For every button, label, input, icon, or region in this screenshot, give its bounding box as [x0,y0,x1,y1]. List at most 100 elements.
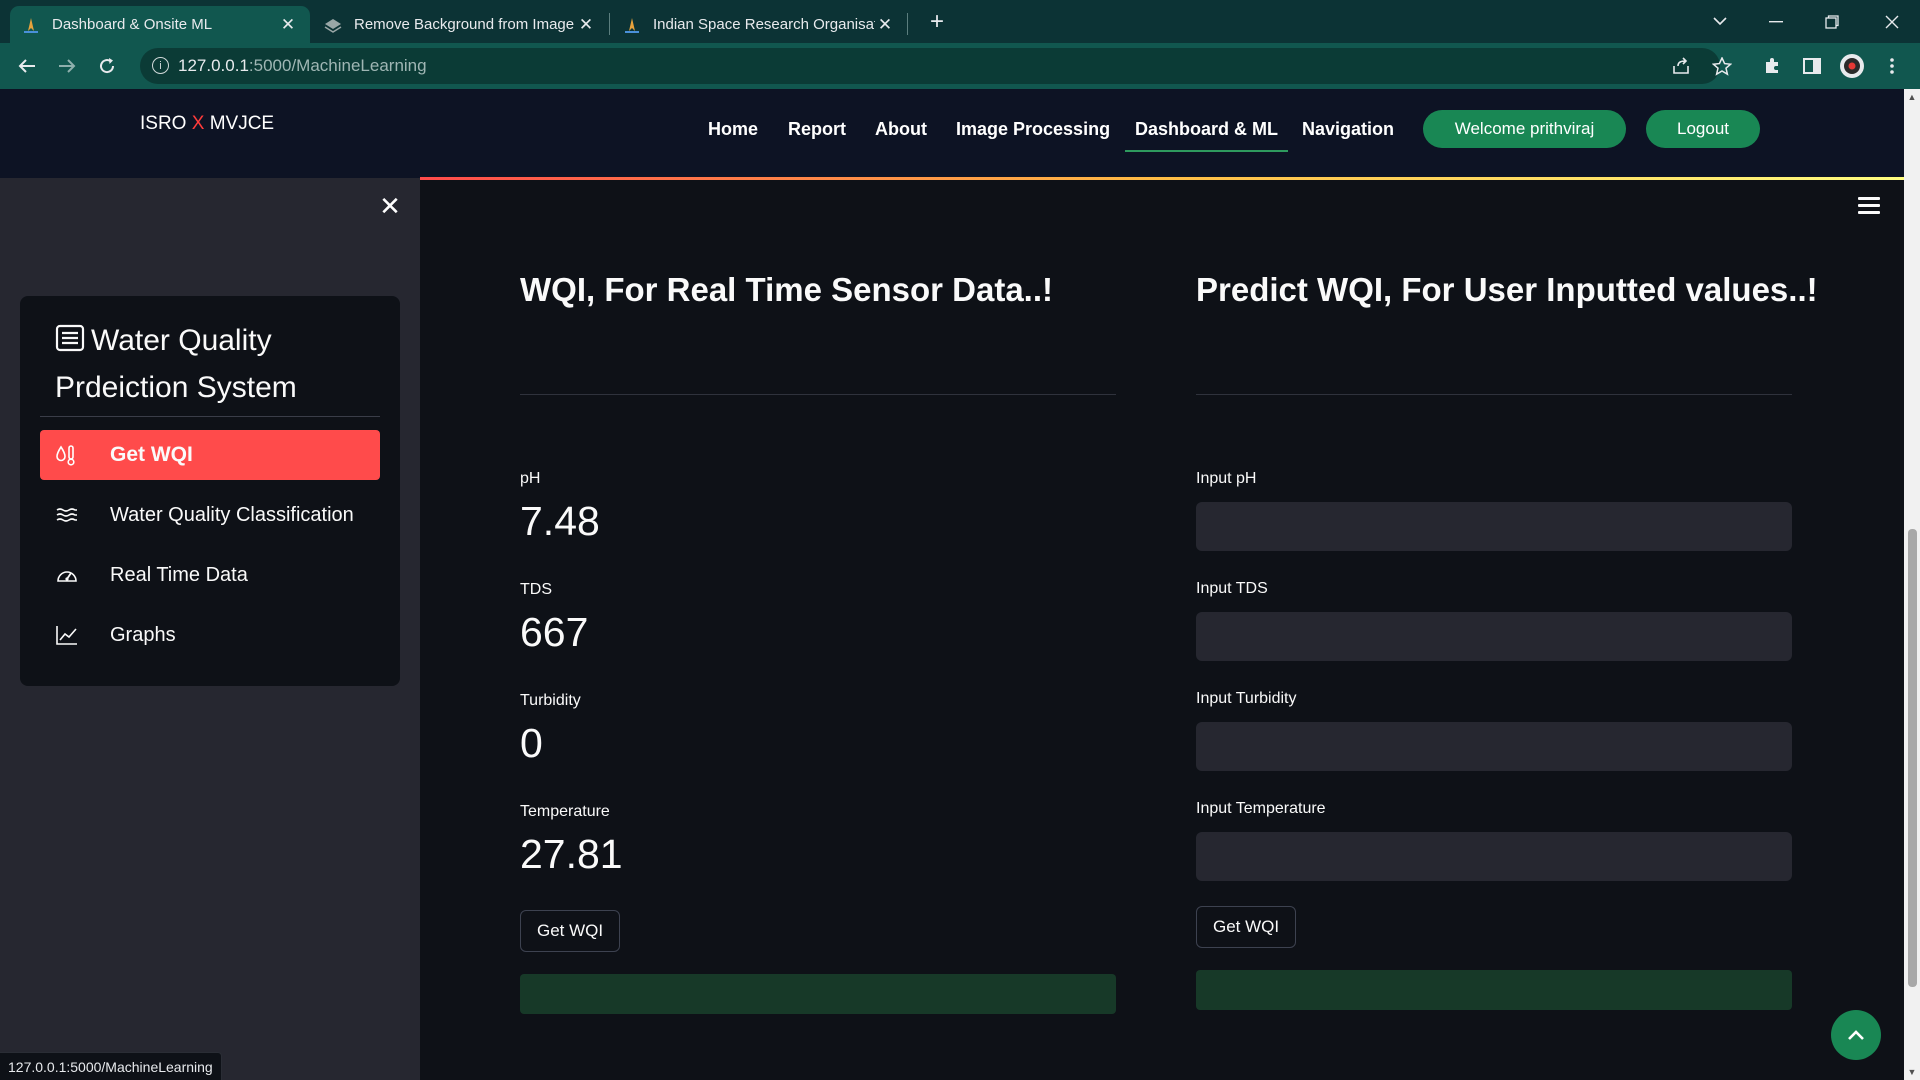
nav-about[interactable]: About [875,119,927,140]
turbidity-input[interactable] [1196,722,1792,771]
metric-label-ph: pH [520,470,541,487]
scroll-down-arrow-icon[interactable]: ▼ [1904,1064,1920,1080]
page-scrollbar[interactable]: ▲ ▼ [1904,89,1920,1080]
metric-label-temperature: Temperature [520,803,610,820]
header-accent-bar [420,177,1904,180]
tab-title: Remove Background from Image [354,16,575,33]
tab-separator [907,13,908,35]
nav-image-processing[interactable]: Image Processing [956,119,1110,140]
brand-mvjce: MVJCE [209,113,275,134]
url-host: 127.0.0.1 [178,56,249,75]
close-sidebar-icon[interactable]: ✕ [378,193,402,219]
chevron-up-icon [1848,1029,1864,1040]
realtime-heading: WQI, For Real Time Sensor Data..! [520,271,1054,308]
scroll-up-arrow-icon[interactable]: ▲ [1904,89,1920,105]
tab-close-icon[interactable]: ✕ [875,15,895,35]
tab-title: Dashboard & Onsite ML [52,16,213,33]
browser-toolbar: i 127.0.0.1:5000/MachineLearning [0,43,1920,89]
menu-label: Graphs [110,623,176,646]
browser-menu-kebab-icon[interactable] [1878,52,1906,80]
new-tab-icon[interactable]: + [923,8,951,36]
predict-result-box [1196,970,1792,1010]
sidebar-item-real-time-data[interactable]: Real Time Data [40,550,380,600]
main-menu-hamburger-icon[interactable] [1858,197,1880,215]
brand-isro: ISRO [140,113,187,134]
tab-close-icon[interactable]: ✕ [278,15,298,35]
extensions-puzzle-icon[interactable] [1758,52,1786,80]
tab-title: Indian Space Research Organisati [653,16,875,33]
sidebar-item-water-quality-classification[interactable]: Water Quality Classification [40,490,380,540]
metric-label-tds: TDS [520,581,552,598]
sidebar-item-graphs[interactable]: Graphs [40,610,380,660]
droplet-thermometer-icon [56,444,96,466]
welcome-user-button[interactable]: Welcome prithviraj [1423,110,1626,148]
menu-label: Water Quality Classification [110,503,354,526]
line-chart-icon [56,625,96,645]
metric-value-temperature: 27.81 [520,831,623,877]
browser-tab-bar: Dashboard & Onsite ML ✕ Remove Backgroun… [0,0,1920,43]
tab-separator [609,13,610,35]
minimize-icon[interactable] [1748,0,1804,43]
isro-favicon-icon [623,17,641,33]
layers-favicon-icon [324,17,342,33]
tab-close-icon[interactable]: ✕ [576,15,596,35]
input-label-tds: Input TDS [1196,580,1268,597]
share-icon[interactable] [1667,52,1695,80]
restore-icon[interactable] [1804,0,1860,43]
nav-report[interactable]: Report [788,119,846,140]
realtime-divider [520,394,1116,395]
scroll-to-top-button[interactable] [1831,1010,1881,1060]
sidebar-menu-card: Water Quality Prdeiction System Get WQI … [20,296,400,686]
bookmark-star-icon[interactable] [1708,52,1736,80]
close-window-icon[interactable] [1864,0,1920,43]
tds-input[interactable] [1196,612,1792,661]
forward-arrow-icon[interactable] [52,52,82,80]
sidebar-divider [40,416,380,417]
brand-logo[interactable]: ISRO X MVJCE [140,113,274,135]
address-bar[interactable]: i 127.0.0.1:5000/MachineLearning [140,48,1720,84]
input-label-turbidity: Input Turbidity [1196,690,1297,707]
browser-tab-isro[interactable]: Indian Space Research Organisati ✕ [611,6,907,43]
reload-icon[interactable] [92,52,122,80]
realtime-get-wqi-button[interactable]: Get WQI [520,910,621,952]
waves-icon [56,507,96,523]
back-arrow-icon[interactable] [12,52,42,80]
predict-divider [1196,394,1792,395]
sidebar: ✕ Water Quality Prdeiction System Get WQ… [0,178,420,1080]
nav-navigation[interactable]: Navigation [1302,119,1394,140]
link-status-bubble: 127.0.0.1:5000/MachineLearning [0,1052,222,1080]
clipboard-list-icon [55,320,91,365]
input-label-temperature: Input Temperature [1196,800,1326,817]
predict-heading: Predict WQI, For User Inputted values..! [1196,271,1818,308]
site-info-icon[interactable]: i [152,57,169,74]
isro-favicon-icon [22,17,40,33]
metric-value-turbidity: 0 [520,720,543,766]
site-navbar: ISRO X MVJCE Home Report About Image Pro… [0,89,1904,178]
metric-value-tds: 667 [520,609,589,655]
url-path: :5000/MachineLearning [248,56,427,75]
browser-tab-dashboard[interactable]: Dashboard & Onsite ML ✕ [10,6,310,43]
sidebar-item-get-wqi[interactable]: Get WQI [40,430,380,480]
side-panel-icon[interactable] [1798,52,1826,80]
temperature-input[interactable] [1196,832,1792,881]
menu-label: Real Time Data [110,563,248,586]
profile-avatar-icon[interactable] [1838,52,1866,80]
tab-search-chevron-icon[interactable] [1692,0,1748,43]
browser-tab-remove-bg[interactable]: Remove Background from Image ✕ [312,6,608,43]
input-label-ph: Input pH [1196,470,1257,487]
predict-get-wqi-button[interactable]: Get WQI [1196,906,1297,948]
web-page: ISRO X MVJCE Home Report About Image Pro… [0,89,1904,1080]
speedometer-icon [56,566,96,584]
nav-home[interactable]: Home [708,119,758,140]
realtime-result-box [520,974,1116,1014]
metric-label-turbidity: Turbidity [520,692,581,709]
metric-value-ph: 7.48 [520,498,600,544]
sidebar-title-text: Water Quality Prdeiction System [55,324,297,404]
brand-x: X [191,113,205,134]
menu-label: Get WQI [110,443,193,466]
scrollbar-thumb[interactable] [1908,529,1917,987]
nav-dashboard-ml[interactable]: Dashboard & ML [1124,119,1289,152]
ph-input[interactable] [1196,502,1792,551]
sidebar-title: Water Quality Prdeiction System [55,318,375,410]
logout-button[interactable]: Logout [1646,110,1760,148]
